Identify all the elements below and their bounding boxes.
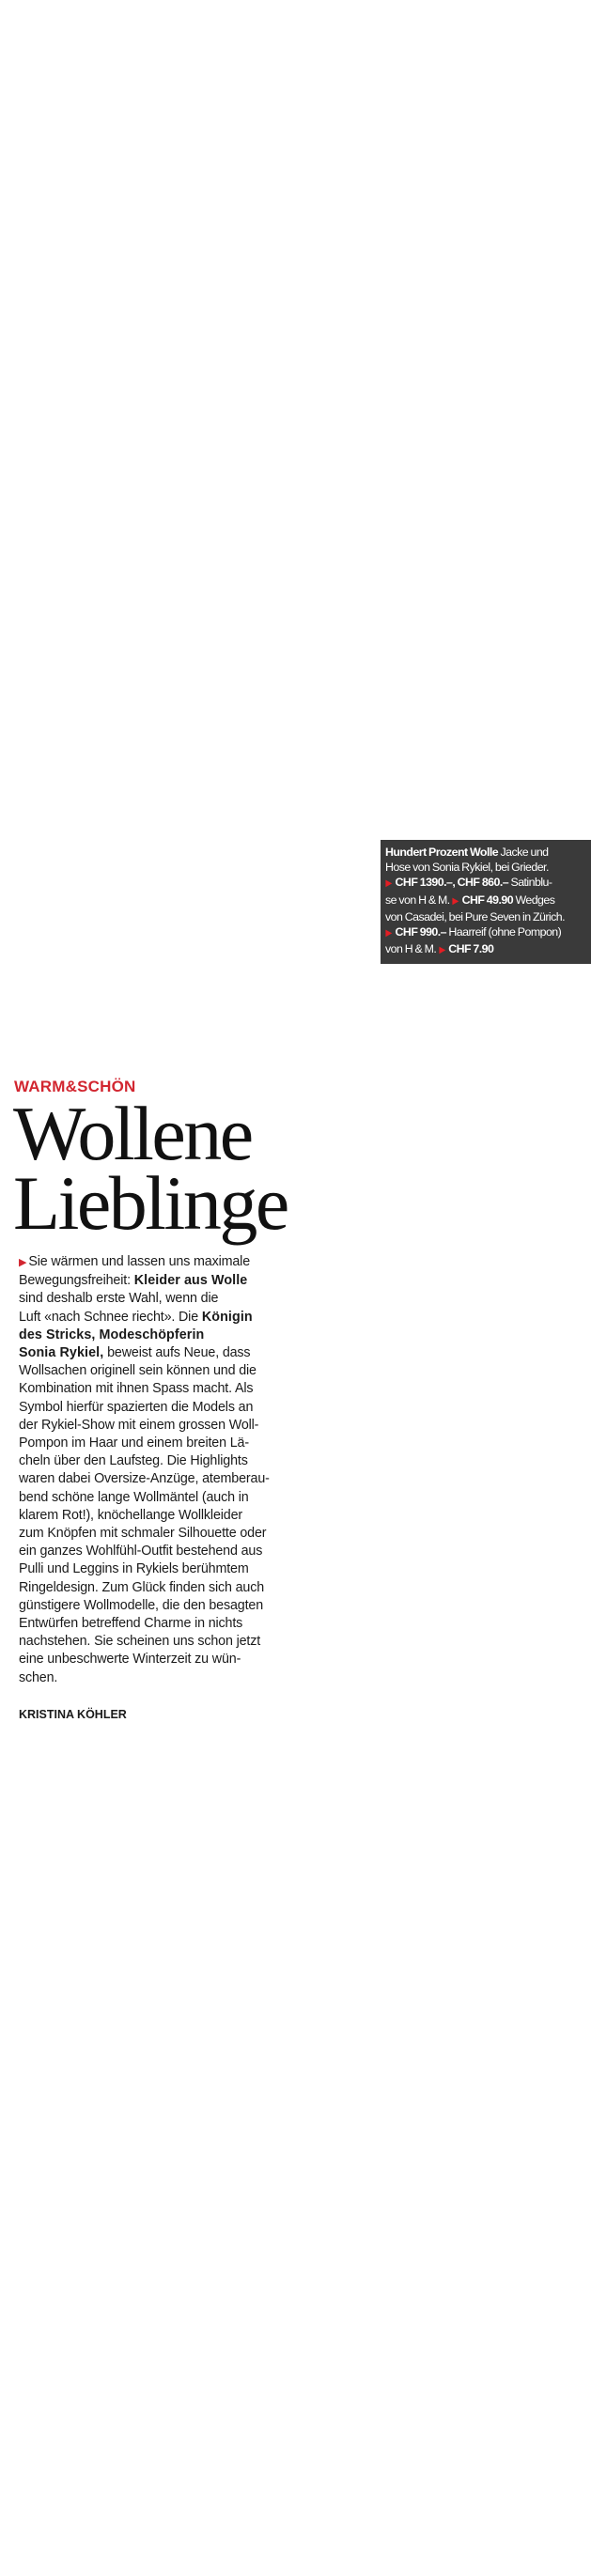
body-emphasis: Kleider aus Wolle <box>133 1273 248 1289</box>
body-emphasis: des Stricks, Modeschöpferin <box>19 1327 205 1342</box>
caption-line: Hundert Prozent Wolle Jacke und <box>385 845 587 860</box>
body-line: nachstehen. Sie scheinen uns schon jetzt <box>19 1633 301 1651</box>
body-line: Wollsachen originell sein können und die <box>19 1362 301 1380</box>
headline-line-2: Lieblinge <box>13 1160 289 1246</box>
caption-text: von H & M. <box>385 942 439 956</box>
caption-text: CHF 990.– <box>393 925 447 939</box>
caption-line: von Casadei, bei Pure Seven in Zürich. <box>385 909 587 924</box>
caption-text: se von H & M. <box>385 892 453 907</box>
body-text: Pompon im Haar und einem breiten Lä- <box>19 1435 249 1451</box>
body-text: ein ganzes Wohlfühl-Outfit bestehend aus <box>19 1544 263 1560</box>
body-line: Ringeldesign. Zum Glück finden sich auch <box>19 1579 301 1597</box>
caption-line: Hose von Sonia Rykiel, bei Grieder. <box>385 860 587 875</box>
body-emphasis: Sonia Rykiel, <box>19 1345 104 1361</box>
play-arrow-icon: ▶ <box>385 928 392 939</box>
body-line: zum Knöpfen mit schmaler Silhouette oder <box>19 1525 301 1543</box>
body-line: Bewegungsfreiheit: Kleider aus Wolle <box>19 1272 301 1290</box>
body-text: cheln über den Laufsteg. Die Highlights <box>19 1453 248 1469</box>
body-line: Symbol hierfür spazierten die Models an <box>19 1399 301 1417</box>
body-text: Entwürfen betreffend Charme in nichts <box>19 1616 243 1632</box>
body-text: schen. <box>19 1669 58 1685</box>
caption-text: Haarreif (ohne Pompon) <box>446 925 562 939</box>
body-line: cheln über den Laufsteg. Die Highlights <box>19 1452 301 1470</box>
caption-text: CHF 7.90 <box>445 942 494 956</box>
article-body: ▶ Sie wärmen und lassen uns maximale Beweg… <box>19 1253 301 1687</box>
caption-line: von H & M. ▶ CHF 7.90 <box>385 941 587 958</box>
body-text: der Rykiel-Show mit einem grossen Woll- <box>19 1417 259 1433</box>
caption-line: ▶ CHF 1390.–, CHF 860.– Satinblu- <box>385 875 587 892</box>
body-text: beweist aufs Neue, dass <box>103 1345 251 1361</box>
body-line: bend schöne lange Wollmäntel (auch in <box>19 1489 301 1507</box>
body-line: Pulli und Leggins in Rykiels berühmtem <box>19 1560 301 1578</box>
photo-caption-box: Hundert Prozent Wolle Jacke und Hose von … <box>381 840 591 964</box>
body-line: schen. <box>19 1669 301 1687</box>
headline-line-1: Wollene <box>13 1091 254 1176</box>
body-line: eine unbeschwerte Winterzeit zu wün- <box>19 1651 301 1668</box>
body-emphasis: Königin <box>201 1309 253 1325</box>
body-text: Wollsachen originell sein können und die <box>19 1363 257 1379</box>
play-arrow-icon: ▶ <box>439 945 445 956</box>
body-line: waren dabei Oversize-Anzüge, atemberau- <box>19 1470 301 1488</box>
body-text: günstigere Wollmodelle, die den besagten <box>19 1597 263 1613</box>
magazine-page: { "caption": { "title": "Hundert Prozent… <box>0 0 591 2576</box>
body-text: zum Knöpfen mit schmaler Silhouette oder <box>19 1526 267 1542</box>
body-text: Ringeldesign. Zum Glück finden sich auch <box>19 1579 265 1595</box>
body-line: des Stricks, Modeschöpferin <box>19 1327 301 1344</box>
body-text: klarem Rot!), knöchellange Wollkleider <box>19 1507 242 1523</box>
body-text: bend schöne lange Wollmäntel (auch in <box>19 1489 249 1505</box>
caption-text: CHF 49.90 <box>459 892 514 907</box>
body-line: ein ganzes Wohlfühl-Outfit bestehend aus <box>19 1543 301 1560</box>
body-line: Luft «nach Schnee riecht». Die Königin <box>19 1309 301 1327</box>
caption-text: Hundert Prozent Wolle <box>385 846 499 859</box>
body-line: der Rykiel-Show mit einem grossen Woll- <box>19 1417 301 1435</box>
caption-text: Satinblu- <box>508 876 552 890</box>
body-text: Symbol hierfür spazierten die Models an <box>19 1399 254 1415</box>
play-arrow-icon: ▶ <box>452 895 459 907</box>
caption-text: CHF 1390.–, CHF 860.– <box>393 876 509 890</box>
body-line: Entwürfen betreffend Charme in nichts <box>19 1615 301 1633</box>
body-line: günstigere Wollmodelle, die den besagten <box>19 1597 301 1615</box>
caption-text: Jacke und <box>498 846 549 859</box>
body-text: Pulli und Leggins in Rykiels berühmtem <box>19 1561 249 1577</box>
body-text: waren dabei Oversize-Anzüge, atemberau- <box>19 1471 270 1487</box>
play-arrow-icon: ▶ <box>19 1257 27 1268</box>
article-headline: Wollene Lieblinge <box>13 1091 289 1246</box>
play-arrow-icon: ▶ <box>385 878 392 890</box>
body-text: nachstehen. Sie scheinen uns schon jetzt <box>19 1634 261 1650</box>
body-line: ▶ Sie wärmen und lassen uns maximale <box>19 1253 301 1272</box>
caption-text: Wedges <box>513 892 555 907</box>
article-author: KRISTINA KÖHLER <box>19 1708 127 1721</box>
body-text: Kombination mit ihnen Spass macht. Als <box>19 1381 254 1397</box>
caption-line: se von H & M. ▶ CHF 49.90 Wedges <box>385 892 587 909</box>
body-text: sind deshalb erste Wahl, wenn die <box>19 1291 219 1307</box>
body-line: sind deshalb erste Wahl, wenn die <box>19 1290 301 1308</box>
body-text: eine unbeschwerte Winterzeit zu wün- <box>19 1652 241 1668</box>
body-text: Sie wärmen und lassen uns maximale <box>28 1254 250 1269</box>
body-line: Kombination mit ihnen Spass macht. Als <box>19 1380 301 1398</box>
caption-line: ▶ CHF 990.– Haarreif (ohne Pompon) <box>385 924 587 941</box>
body-text: Luft «nach Schnee riecht». Die <box>19 1309 202 1325</box>
body-text: Bewegungsfreiheit: <box>19 1273 134 1289</box>
body-line: Sonia Rykiel, beweist aufs Neue, dass <box>19 1344 301 1362</box>
body-line: Pompon im Haar und einem breiten Lä- <box>19 1435 301 1452</box>
caption-text: Hose von Sonia Rykiel, bei Grieder. <box>385 861 549 875</box>
caption-text: von Casadei, bei Pure Seven in Zürich. <box>385 909 566 923</box>
body-line: klarem Rot!), knöchellange Wollkleider <box>19 1507 301 1525</box>
